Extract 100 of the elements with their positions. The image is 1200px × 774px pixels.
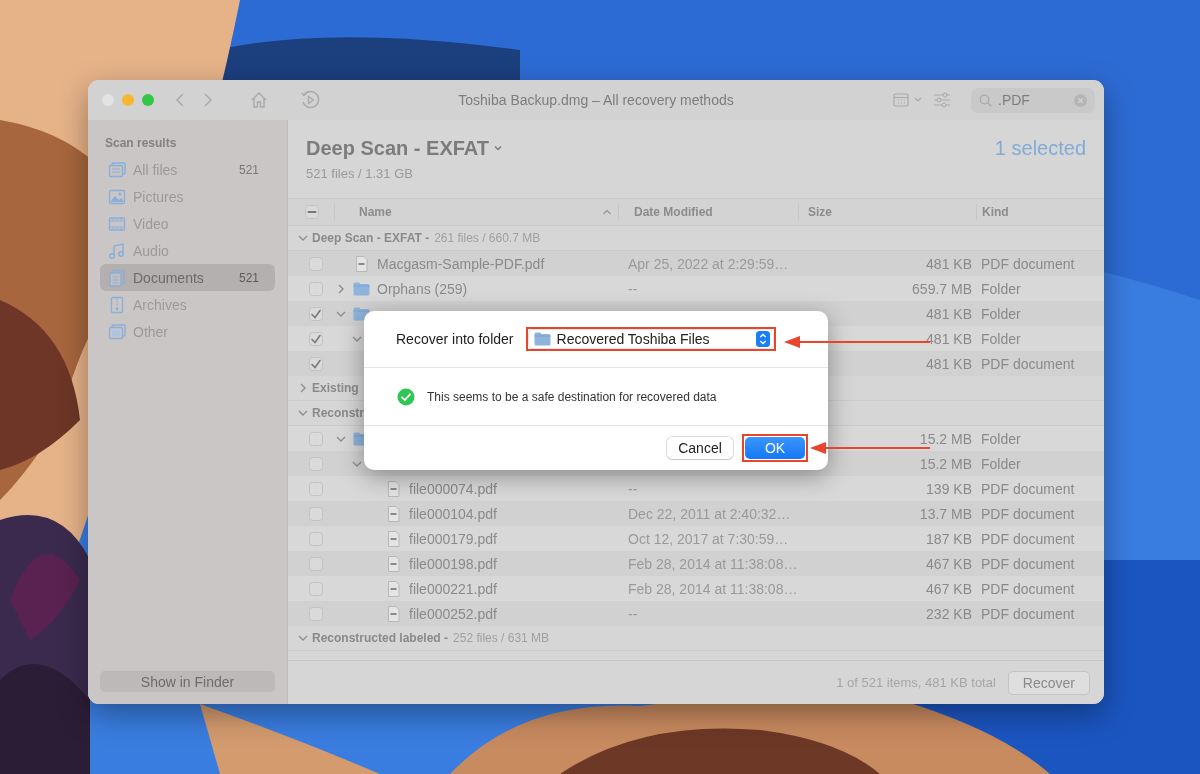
archive-icon: [108, 295, 126, 314]
file-name: file000074.pdf: [409, 480, 497, 497]
date-modified: Feb 28, 2014 at 11:38:08…: [628, 580, 798, 597]
checkbox[interactable]: [305, 205, 319, 219]
film-icon: [108, 214, 126, 233]
group-title: Existing: [312, 381, 359, 395]
check-circle-icon: [397, 387, 415, 406]
file-kind: PDF document: [981, 580, 1075, 597]
selection-count: 1 selected: [994, 136, 1086, 160]
file-size: 467 KB: [926, 555, 972, 572]
sort-caret-icon[interactable]: [602, 208, 612, 216]
checkbox[interactable]: [309, 256, 323, 271]
column-header[interactable]: Kind: [982, 205, 1009, 219]
file-size: 467 KB: [926, 580, 972, 597]
music-note-icon: [108, 241, 126, 260]
file-name: Macgasm-Sample-PDF.pdf: [377, 255, 545, 272]
item-count: 521: [238, 162, 259, 177]
folder-icon: [533, 332, 551, 346]
file-icon: [385, 530, 402, 547]
file-size: 481 KB: [926, 255, 972, 272]
file-kind: Folder: [981, 305, 1021, 322]
folder-icon: [353, 306, 370, 321]
file-icon: [385, 505, 402, 522]
search-field[interactable]: .PDF: [971, 87, 1095, 113]
checkbox[interactable]: [309, 306, 323, 321]
file-size: 139 KB: [926, 480, 972, 497]
item-label: Documents: [133, 269, 205, 286]
date-modified: --: [628, 605, 638, 622]
play-circle-icon[interactable]: [300, 90, 320, 110]
file-name: file000179.pdf: [409, 530, 497, 547]
file-icon: [385, 480, 402, 497]
sidebar-item[interactable]: Documents 521: [100, 264, 275, 291]
file-size: 481 KB: [926, 305, 972, 322]
date-modified: --: [628, 480, 638, 497]
file-size: 15.2 MB: [919, 430, 972, 447]
sliders-icon[interactable]: [933, 92, 951, 108]
dialog-button[interactable]: OK: [745, 437, 805, 459]
minimize-button[interactable]: [122, 94, 134, 106]
file-name: file000221.pdf: [409, 580, 497, 597]
checkbox[interactable]: [309, 531, 323, 546]
checkbox[interactable]: [309, 331, 323, 346]
file-icon: [385, 605, 402, 622]
column-header[interactable]: Name: [359, 205, 392, 219]
group-title: Reconstructed labeled -: [312, 631, 449, 645]
zoom-button[interactable]: [142, 94, 154, 106]
file-size: 659.7 MB: [912, 280, 972, 297]
status-message: This seems to be a safe destination for recovered data: [427, 389, 717, 404]
file-icon: [385, 580, 402, 597]
checkbox[interactable]: [309, 606, 323, 621]
clear-icon[interactable]: [1074, 93, 1087, 107]
date-modified: --: [628, 280, 638, 297]
file-kind: Folder: [981, 280, 1021, 297]
checkbox[interactable]: [309, 481, 323, 496]
file-icon: [385, 555, 402, 572]
home-icon[interactable]: [250, 91, 268, 109]
file-kind: Folder: [981, 455, 1021, 472]
item-count: 521: [238, 270, 259, 285]
file-size: 232 KB: [926, 605, 972, 622]
picture-icon: [108, 187, 126, 206]
chevron-down-icon[interactable]: [493, 143, 503, 153]
file-kind: PDF document: [981, 605, 1075, 622]
checkbox[interactable]: [309, 581, 323, 596]
file-kind: Folder: [981, 330, 1021, 347]
stack-icon: [108, 160, 126, 179]
column-header[interactable]: Size: [808, 205, 832, 219]
file-kind: PDF document: [981, 505, 1075, 522]
file-size: 187 KB: [926, 530, 972, 547]
checkbox[interactable]: [309, 456, 323, 471]
file-name: file000198.pdf: [409, 555, 497, 572]
checkbox[interactable]: [309, 281, 323, 296]
window-title: Toshiba Backup.dmg – All recovery methods: [458, 92, 734, 108]
file-name: Orphans (259): [377, 280, 468, 297]
file-kind: PDF document: [981, 480, 1075, 497]
search-icon: [979, 93, 992, 107]
checkbox[interactable]: [309, 506, 323, 521]
field-label: Recover into folder: [396, 331, 514, 347]
dialog-button[interactable]: Cancel: [667, 437, 733, 459]
date-modified: Oct 12, 2017 at 7:30:59…: [628, 530, 789, 547]
recover-button[interactable]: Recover: [1007, 670, 1090, 695]
file-size: 15.2 MB: [919, 455, 972, 472]
file-icon: [353, 255, 370, 272]
group-title: Deep Scan - EXFAT -: [312, 231, 430, 245]
group-title: Reconstr: [312, 406, 364, 420]
checkbox[interactable]: [309, 356, 323, 371]
show-in-finder-button[interactable]: Show in Finder: [100, 671, 275, 692]
file-kind: PDF document: [981, 555, 1075, 572]
file-size: 13.7 MB: [919, 505, 972, 522]
folder-icon: [353, 281, 370, 296]
column-header[interactable]: Date Modified: [634, 205, 713, 219]
checkbox[interactable]: [309, 431, 323, 446]
file-kind: PDF document: [981, 355, 1075, 372]
file-kind: Folder: [981, 430, 1021, 447]
file-kind: PDF document: [981, 530, 1075, 547]
scan-title: Deep Scan - EXFAT: [306, 136, 489, 160]
stepper-icon[interactable]: [755, 331, 770, 347]
checkbox[interactable]: [309, 556, 323, 571]
folder-popup[interactable]: Recovered Toshiba Files: [528, 330, 773, 348]
view-options-icon[interactable]: [893, 92, 923, 108]
section-heading: Scan results: [105, 136, 178, 150]
scan-summary: 521 files / 1.31 GB: [306, 166, 414, 182]
